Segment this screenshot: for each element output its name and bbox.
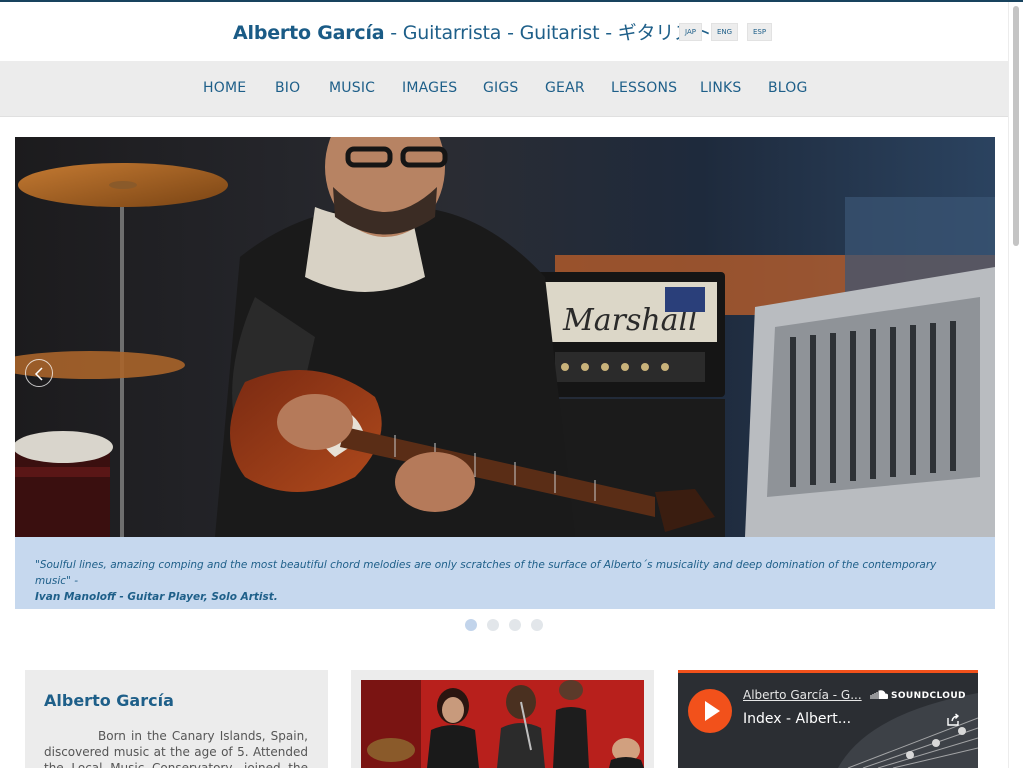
slider-caption: "Soulful lines, amazing comping and the … [15,537,995,609]
testimonial-quote: "Soulful lines, amazing comping and the … [35,559,937,587]
page-scrollbar[interactable] [1008,2,1023,768]
chevron-left-icon [34,367,43,381]
lang-button-jap[interactable]: JAP [679,23,702,41]
lang-button-eng[interactable]: ENG [711,23,739,41]
site-header: Alberto García - Guitarrista - Guitarist… [0,2,1008,61]
concert-photo[interactable] [361,680,644,768]
gallery-card [351,670,654,768]
artist-name[interactable]: Alberto García [233,22,385,44]
share-button[interactable] [946,712,960,726]
slider-dot-1[interactable] [465,619,477,631]
soundcloud-logo[interactable]: SOUNDCLOUD [870,690,966,701]
nav-item-images[interactable]: IMAGES [402,80,457,96]
soundcloud-player: Alberto García - G... Index - Albert... … [678,670,978,768]
scrollbar-thumb[interactable] [1013,6,1019,246]
slider-dot-4[interactable] [531,619,543,631]
play-icon [705,701,720,721]
band-photo-image [361,680,644,768]
nav-item-bio[interactable]: BIO [275,80,300,96]
slider-dot-2[interactable] [487,619,499,631]
nav-item-blog[interactable]: BLOG [768,80,808,96]
nav-item-home[interactable]: HOME [203,80,246,96]
share-icon [947,713,960,726]
soundcloud-track-title[interactable]: Index - Albert... [743,711,851,727]
soundcloud-artist-link[interactable]: Alberto García - G... [743,688,862,702]
main-nav: HOME BIO MUSIC IMAGES GIGS GEAR LESSONS … [0,61,1008,117]
nav-item-music[interactable]: MUSIC [329,80,375,96]
bio-text: Born in the Canary Islands, Spain, disco… [44,729,308,768]
bio-card: Alberto García Born in the Canary Island… [25,670,328,768]
slider-dot-3[interactable] [509,619,521,631]
soundcloud-logo-text: SOUNDCLOUD [891,691,966,701]
hero-image-guitarist: Marshall [15,137,995,537]
play-button[interactable] [688,689,732,733]
bio-title[interactable]: Alberto García [44,691,174,710]
nav-item-links[interactable]: LINKS [700,80,741,96]
site-title[interactable]: Alberto García - Guitarrista - Guitarist… [233,18,712,45]
nav-item-gear[interactable]: GEAR [545,80,585,96]
lang-button-esp[interactable]: ESP [747,23,773,41]
nav-item-lessons[interactable]: LESSONS [611,80,677,96]
nav-item-gigs[interactable]: GIGS [483,80,519,96]
hero-slider[interactable]: Marshall [15,137,995,537]
site-subtitle: - Guitarrista - Guitarist - ギタリスト [384,22,712,44]
soundcloud-cloud-icon [870,690,889,700]
slider-prev-button[interactable] [25,359,53,387]
testimonial-author: Ivan Manoloff - Guitar Player, Solo Arti… [35,591,278,603]
